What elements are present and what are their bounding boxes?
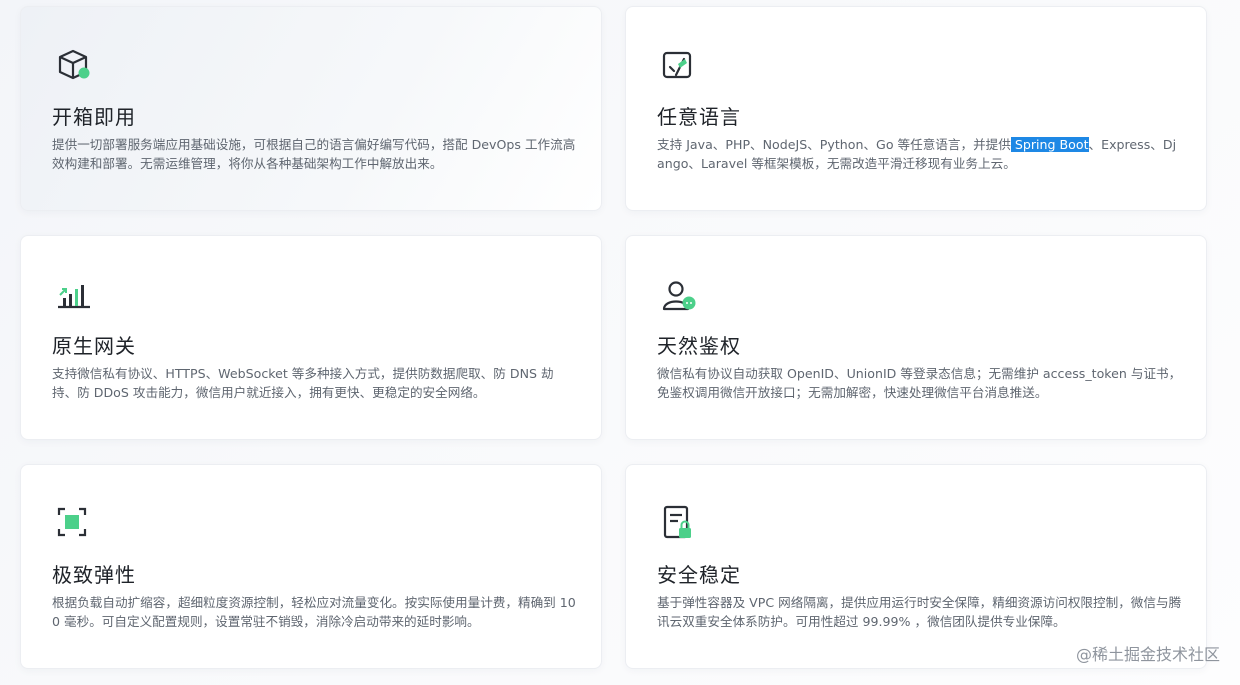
- watermark-text: @稀土掘金技术社区: [1075, 645, 1220, 664]
- feature-description: 支持 Java、PHP、NodeJS、Python、Go 等任意语言，并提供 S…: [657, 135, 1182, 173]
- feature-title: 极致弹性: [52, 563, 136, 587]
- feature-description: 支持微信私有协议、HTTPS、WebSocket 等多种接入方式，提供防数据爬取…: [52, 366, 554, 400]
- feature-card-any-language: 任意语言 支持 Java、PHP、NodeJS、Python、Go 等任意语言，…: [625, 6, 1207, 211]
- feature-card-security: 安全稳定 基于弹性容器及 VPC 网络隔离，提供应用运行时安全保障，精细资源访问…: [625, 464, 1207, 669]
- feature-card-out-of-box: 开箱即用 提供一切部署服务端应用基础设施，可根据自己的语言偏好编写代码，搭配 D…: [20, 6, 602, 211]
- user-auth-icon: [660, 276, 700, 316]
- feature-title: 天然鉴权: [657, 334, 741, 358]
- feature-title: 原生网关: [52, 334, 136, 358]
- document-lock-icon: [660, 505, 700, 545]
- code-language-icon: [660, 47, 700, 87]
- feature-description: 根据负载自动扩缩容，超细粒度资源控制，轻松应对流量变化。按实际使用量计费，精确到…: [52, 595, 576, 629]
- feature-description: 提供一切部署服务端应用基础设施，可根据自己的语言偏好编写代码，搭配 DevOps…: [52, 137, 576, 171]
- feature-card-elastic: 极致弹性 根据负载自动扩缩容，超细粒度资源控制，轻松应对流量变化。按实际使用量计…: [20, 464, 602, 669]
- description-text: 支持 Java、PHP、NodeJS、Python、Go 等任意语言，并提供: [657, 137, 1011, 152]
- feature-description: 微信私有协议自动获取 OpenID、UnionID 等登录态信息；无需维护 ac…: [657, 366, 1182, 400]
- gateway-chart-icon: [55, 276, 95, 316]
- feature-title: 开箱即用: [52, 105, 136, 129]
- feature-title: 任意语言: [657, 105, 741, 129]
- feature-card-native-gateway: 原生网关 支持微信私有协议、HTTPS、WebSocket 等多种接入方式，提供…: [20, 235, 602, 440]
- cube-icon: [55, 47, 95, 87]
- selected-text-highlight: Spring Boot: [1010, 137, 1089, 152]
- feature-card-native-auth: 天然鉴权 微信私有协议自动获取 OpenID、UnionID 等登录态信息；无需…: [625, 235, 1207, 440]
- feature-description: 基于弹性容器及 VPC 网络隔离，提供应用运行时安全保障，精细资源访问权限控制，…: [657, 595, 1182, 629]
- elastic-scale-icon: [55, 505, 95, 545]
- feature-title: 安全稳定: [657, 563, 741, 587]
